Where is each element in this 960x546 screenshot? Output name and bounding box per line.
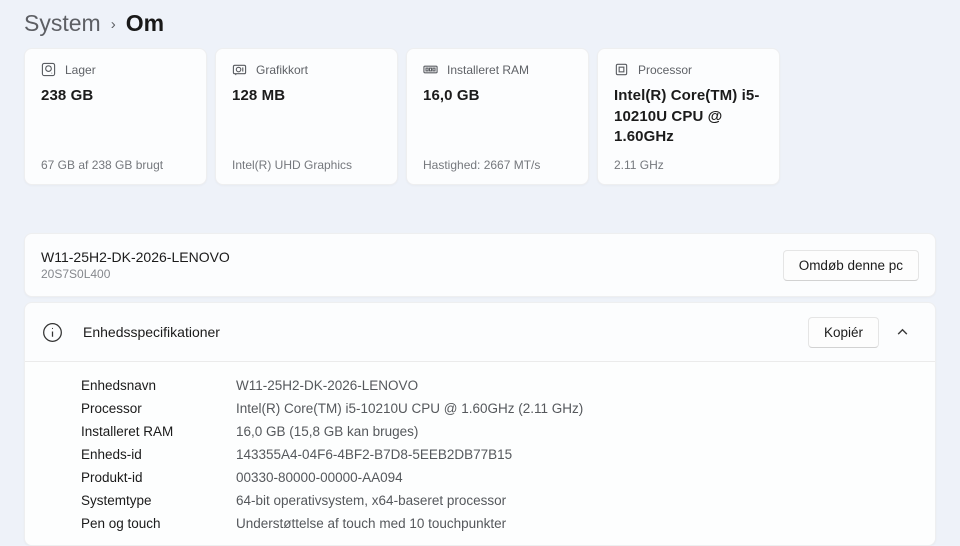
breadcrumb: System › Om: [24, 0, 936, 44]
device-specs-title: Enhedsspecifikationer: [83, 324, 220, 340]
chevron-up-icon[interactable]: [885, 315, 919, 349]
graphics-card-value: 128 MB: [232, 86, 381, 107]
spec-row-installed-ram: Installeret RAM 16,0 GB (15,8 GB kan bru…: [81, 420, 919, 443]
device-name: W11-25H2-DK-2026-LENOVO: [41, 249, 230, 265]
processor-card-label: Processor: [638, 63, 692, 77]
graphics-card: Grafikkort 128 MB Intel(R) UHD Graphics: [215, 48, 398, 185]
storage-card: Lager 238 GB 67 GB af 238 GB brugt: [24, 48, 207, 185]
ram-card: Installeret RAM 16,0 GB Hastighed: 2667 …: [406, 48, 589, 185]
info-icon: [42, 322, 63, 343]
rename-pc-button[interactable]: Omdøb denne pc: [783, 250, 919, 281]
ram-card-label: Installeret RAM: [447, 63, 529, 77]
gpu-icon: [232, 62, 247, 77]
processor-card: Processor Intel(R) Core(TM) i5-10210U CP…: [597, 48, 780, 185]
ram-card-caption: Hastighed: 2667 MT/s: [423, 158, 572, 172]
cpu-icon: [614, 62, 629, 77]
spec-row-product-id: Produkt-id 00330-80000-00000-AA094: [81, 466, 919, 489]
graphics-card-caption: Intel(R) UHD Graphics: [232, 158, 381, 172]
storage-card-label: Lager: [65, 63, 96, 77]
processor-card-caption: 2.11 GHz: [614, 158, 763, 172]
spec-row-device-id: Enheds-id 143355A4-04F6-4BF2-B7D8-5EEB2D…: [81, 443, 919, 466]
graphics-card-label: Grafikkort: [256, 63, 308, 77]
spec-row-system-type: Systemtype 64-bit operativsystem, x64-ba…: [81, 489, 919, 512]
ram-icon: [423, 62, 438, 77]
spec-row-processor: Processor Intel(R) Core(TM) i5-10210U CP…: [81, 397, 919, 420]
breadcrumb-system[interactable]: System: [24, 10, 101, 37]
hard-drive-icon: [41, 62, 56, 77]
spec-row-device-name: Enhedsnavn W11-25H2-DK-2026-LENOVO: [81, 374, 919, 397]
stat-cards-row: Lager 238 GB 67 GB af 238 GB brugt Grafi…: [24, 48, 936, 185]
storage-card-value: 238 GB: [41, 86, 190, 107]
ram-card-value: 16,0 GB: [423, 86, 572, 107]
device-specs-expander: Enhedsspecifikationer Kopiér Enhedsnavn …: [24, 302, 936, 546]
device-specs-body: Enhedsnavn W11-25H2-DK-2026-LENOVO Proce…: [25, 362, 935, 545]
settings-about-page: System › Om Lager 238 GB 67 GB af 238 GB…: [0, 0, 960, 542]
copy-button[interactable]: Kopiér: [808, 317, 879, 348]
spec-row-pen-touch: Pen og touch Understøttelse af touch med…: [81, 512, 919, 535]
device-name-panel: W11-25H2-DK-2026-LENOVO 20S7S0L400 Omdøb…: [24, 233, 936, 297]
device-model: 20S7S0L400: [41, 267, 230, 281]
page-title: Om: [126, 10, 164, 37]
device-specs-header[interactable]: Enhedsspecifikationer Kopiér: [25, 303, 935, 361]
breadcrumb-separator-icon: ›: [111, 14, 116, 33]
processor-card-value: Intel(R) Core(TM) i5-10210U CPU @ 1.60GH…: [614, 86, 763, 148]
storage-card-caption: 67 GB af 238 GB brugt: [41, 158, 190, 172]
